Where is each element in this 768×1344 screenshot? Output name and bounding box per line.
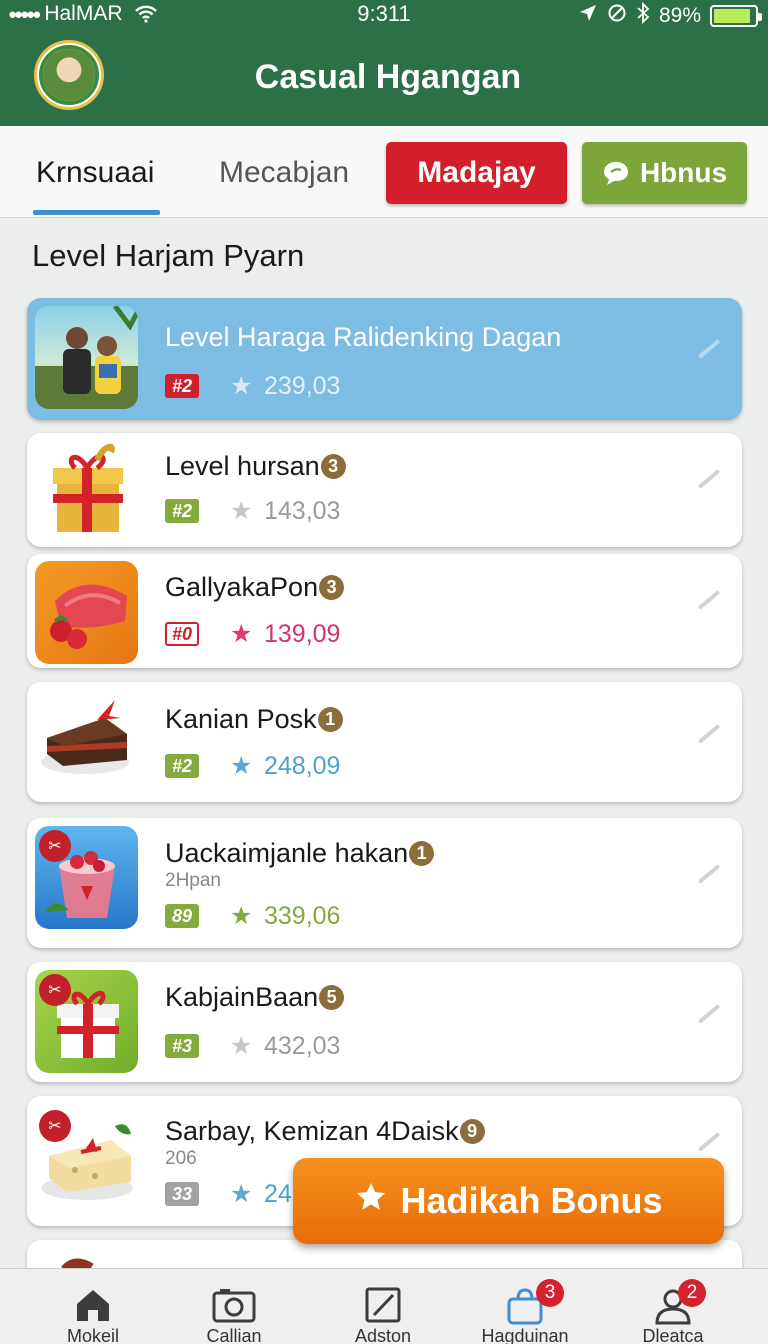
sale-badge-icon: ✂ xyxy=(39,830,71,862)
nav-label: Hagduinan xyxy=(481,1326,569,1344)
level-row-2[interactable]: Level hursan 3 #2 ★ 143,03 xyxy=(27,433,742,547)
edit-icon[interactable] xyxy=(697,590,721,610)
sale-badge-icon: ✂ xyxy=(39,974,71,1006)
level-count-badge: 3 xyxy=(320,454,346,479)
star-icon: ★ xyxy=(230,497,253,525)
level-score: 339,06 xyxy=(264,902,341,930)
level-count-badge: 1 xyxy=(317,707,343,732)
level-score: 239,03 xyxy=(264,372,341,400)
level-subtitle: 206 xyxy=(165,1148,197,1169)
level-title: Kanian Posk xyxy=(165,704,317,734)
star-icon: ★ xyxy=(230,752,253,780)
level-score: 143,03 xyxy=(264,497,341,525)
tab-krnsuaai[interactable]: Krnsuaai xyxy=(36,156,154,190)
edit-icon[interactable] xyxy=(697,1004,721,1024)
level-row-6[interactable]: ✂ KabjainBaan 5 #3 ★ 432,03 xyxy=(27,962,742,1082)
level-subtitle: 2Hpan xyxy=(165,870,221,891)
level-title: GallyakaPon xyxy=(165,572,319,602)
level-row-5[interactable]: ✂ Uackaimjanle hakan 1 2Hpan 89 ★ 339,06 xyxy=(27,818,742,948)
level-score: 432,03 xyxy=(264,1032,341,1060)
section-title: Level Harjam Pyarn xyxy=(32,238,305,273)
level-thumbnail xyxy=(35,561,138,664)
star-icon: ★ xyxy=(230,372,253,400)
level-row-1[interactable]: Level Haraga Ralidenking Dagan #2 ★ 239,… xyxy=(27,298,742,420)
nav-badge: 3 xyxy=(536,1279,564,1307)
rank-badge: #2 xyxy=(165,499,199,523)
level-title: Sarbay, Kemizan 4Daisk xyxy=(165,1116,459,1146)
level-count-badge: 3 xyxy=(319,575,345,600)
nav-label: Dleatca xyxy=(642,1326,704,1344)
nav-item-mokeil[interactable]: Mokeil xyxy=(18,1269,168,1344)
nav-item-dleatca[interactable]: 2 Dleatca xyxy=(598,1269,748,1344)
level-count-badge: 9 xyxy=(459,1119,485,1144)
madajay-button[interactable]: Madajay xyxy=(386,142,567,204)
rank-badge: #0 xyxy=(165,622,199,646)
nav-label: Mokeil xyxy=(66,1326,119,1344)
level-title: KabjainBaan xyxy=(165,982,319,1012)
fab-label: Hadikah Bonus xyxy=(400,1180,663,1221)
rank-badge: #3 xyxy=(165,1034,199,1058)
star-icon: ★ xyxy=(230,1180,253,1208)
star-icon xyxy=(354,1180,388,1223)
app-header: ●●●●● HalMAR 9:311 89% Casual Hgangan xyxy=(0,0,768,126)
star-icon: ★ xyxy=(230,902,253,930)
level-thumbnail xyxy=(35,306,138,409)
battery-percent: 89% xyxy=(658,4,701,27)
level-row-4[interactable]: Kanian Posk 1 #2 ★ 248,09 xyxy=(27,682,742,802)
nav-item-hagduinan[interactable]: 3 Hagduinan xyxy=(450,1269,600,1344)
bonus-button[interactable]: Hbnus xyxy=(582,142,747,204)
star-icon: ★ xyxy=(230,620,253,648)
chat-bubble-icon xyxy=(602,160,630,186)
alarm-icon xyxy=(607,3,627,29)
edit-icon[interactable] xyxy=(697,1132,721,1152)
edit-icon[interactable] xyxy=(697,724,721,744)
tab-mecabjan[interactable]: Mecabjan xyxy=(219,156,349,190)
page-title: Casual Hgangan xyxy=(254,58,522,96)
level-title: Level hursan xyxy=(165,451,320,481)
status-bar: ●●●●● HalMAR 9:311 89% xyxy=(0,0,768,28)
level-score: 139,09 xyxy=(264,620,341,648)
level-thumbnail: ✂ xyxy=(35,970,138,1073)
edit-icon[interactable] xyxy=(697,469,721,489)
nav-item-callian[interactable]: Callian xyxy=(159,1269,309,1344)
edit-icon[interactable] xyxy=(697,339,721,359)
nav-label: Callian xyxy=(206,1326,262,1344)
edit-icon[interactable] xyxy=(697,864,721,884)
home-icon xyxy=(74,1287,112,1328)
level-row-3[interactable]: GallyakaPon 3 #0 ★ 139,09 xyxy=(27,554,742,668)
nav-item-adston[interactable]: Adston xyxy=(308,1269,458,1344)
level-score: 24 xyxy=(264,1180,292,1208)
level-thumbnail: ✂ xyxy=(35,826,138,929)
level-thumbnail: ✂ xyxy=(35,1106,138,1209)
level-score: 248,09 xyxy=(264,752,341,780)
sale-badge-icon: ✂ xyxy=(39,1110,71,1142)
level-thumbnail xyxy=(35,690,138,793)
level-title: Uackaimjanle hakan xyxy=(165,838,409,868)
bonus-fab[interactable]: Hadikah Bonus xyxy=(293,1158,724,1244)
level-thumbnail xyxy=(35,438,138,541)
rank-badge: 89 xyxy=(165,904,199,928)
battery-icon xyxy=(710,5,762,27)
level-count-badge: 5 xyxy=(319,985,345,1010)
star-icon: ★ xyxy=(230,1032,253,1060)
rank-badge: #2 xyxy=(165,754,199,778)
rank-badge: #2 xyxy=(165,374,199,398)
nav-badge: 2 xyxy=(678,1279,706,1307)
nav-label: Adston xyxy=(354,1326,412,1344)
level-title: Level Haraga Ralidenking Dagan xyxy=(165,322,562,352)
active-tab-indicator xyxy=(33,210,160,215)
camera-icon xyxy=(212,1287,256,1328)
rank-badge: 33 xyxy=(165,1182,199,1206)
location-icon xyxy=(578,3,598,29)
edit-icon xyxy=(365,1287,401,1328)
level-count-badge: 1 xyxy=(409,841,435,866)
bluetooth-icon xyxy=(636,1,650,30)
bottom-nav: Mokeil Callian Adston 3 Hagduinan 2 Dlea… xyxy=(0,1268,768,1344)
